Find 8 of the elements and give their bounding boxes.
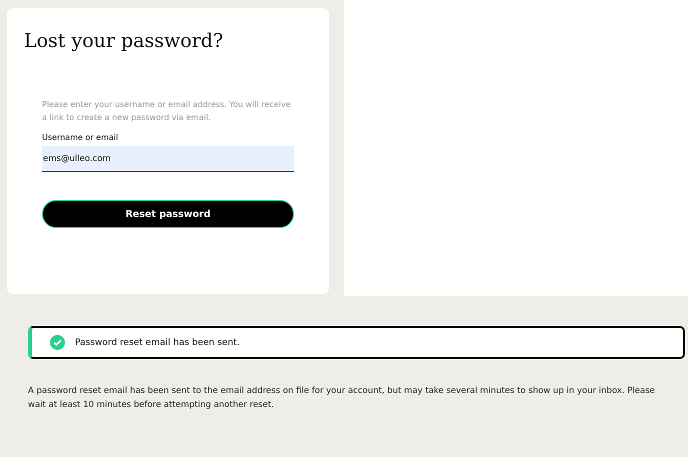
info-text: A password reset email has been sent to the email address on file for your account, but may take several minutes to show up in your inbox. Please wait at least 10 minutes before attempting another reset. <box>28 385 656 412</box>
username-field[interactable]: ems@ulleo.com <box>42 146 294 172</box>
instructions-text: Please enter your username or email address. You will receive a link to create a new password via email. <box>42 99 292 124</box>
page-title: Lost your password? <box>24 30 224 52</box>
check-circle-icon <box>50 335 65 350</box>
reset-password-button[interactable]: Reset password <box>42 200 294 228</box>
notice-message: Password reset email has been sent. <box>75 338 240 348</box>
field-label: Username or email <box>42 133 120 142</box>
